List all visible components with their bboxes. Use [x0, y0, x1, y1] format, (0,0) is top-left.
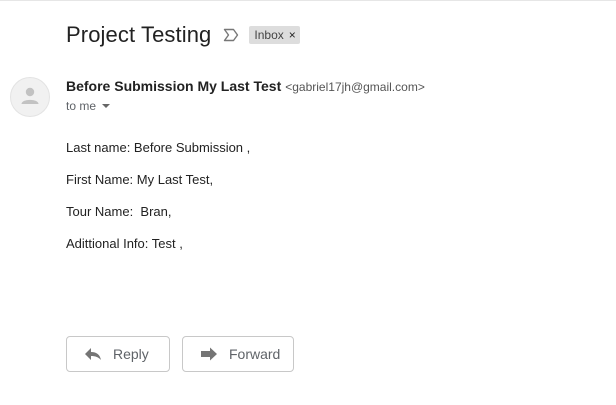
sender-email: <gabriel17jh@gmail.com> — [285, 80, 425, 94]
forward-label: Forward — [229, 346, 281, 362]
body-line-first-name: First Name: My Last Test, — [66, 172, 214, 187]
inbox-label-chip: Inbox × — [249, 26, 300, 44]
reply-button[interactable]: Reply — [66, 336, 170, 372]
importance-marker-icon[interactable] — [223, 28, 239, 42]
recipient-label: to me — [66, 99, 97, 113]
forward-button[interactable]: Forward — [182, 336, 294, 372]
sender-name: Before Submission My Last Test — [66, 78, 282, 94]
chevron-down-icon[interactable] — [102, 104, 111, 108]
recipient-details-toggle[interactable]: to me — [66, 99, 111, 113]
label-chip-text: Inbox — [254, 28, 284, 42]
sender-row: Before Submission My Last Test <gabriel1… — [66, 78, 425, 94]
email-subject: Project Testing — [66, 22, 212, 47]
top-divider — [0, 0, 616, 1]
body-line-last-name: Last name: Before Submission , — [66, 140, 251, 155]
body-line-tour-name: Tour Name: Bran, — [66, 204, 172, 219]
reply-arrow-icon — [84, 346, 104, 362]
person-icon — [19, 84, 41, 111]
remove-label-icon[interactable]: × — [289, 29, 296, 41]
body-line-additional-info: Adittional Info: Test , — [66, 236, 183, 251]
sender-avatar[interactable] — [10, 77, 50, 117]
forward-arrow-icon — [200, 346, 220, 362]
reply-label: Reply — [113, 346, 149, 362]
subject-row: Project Testing Inbox × — [66, 18, 300, 52]
